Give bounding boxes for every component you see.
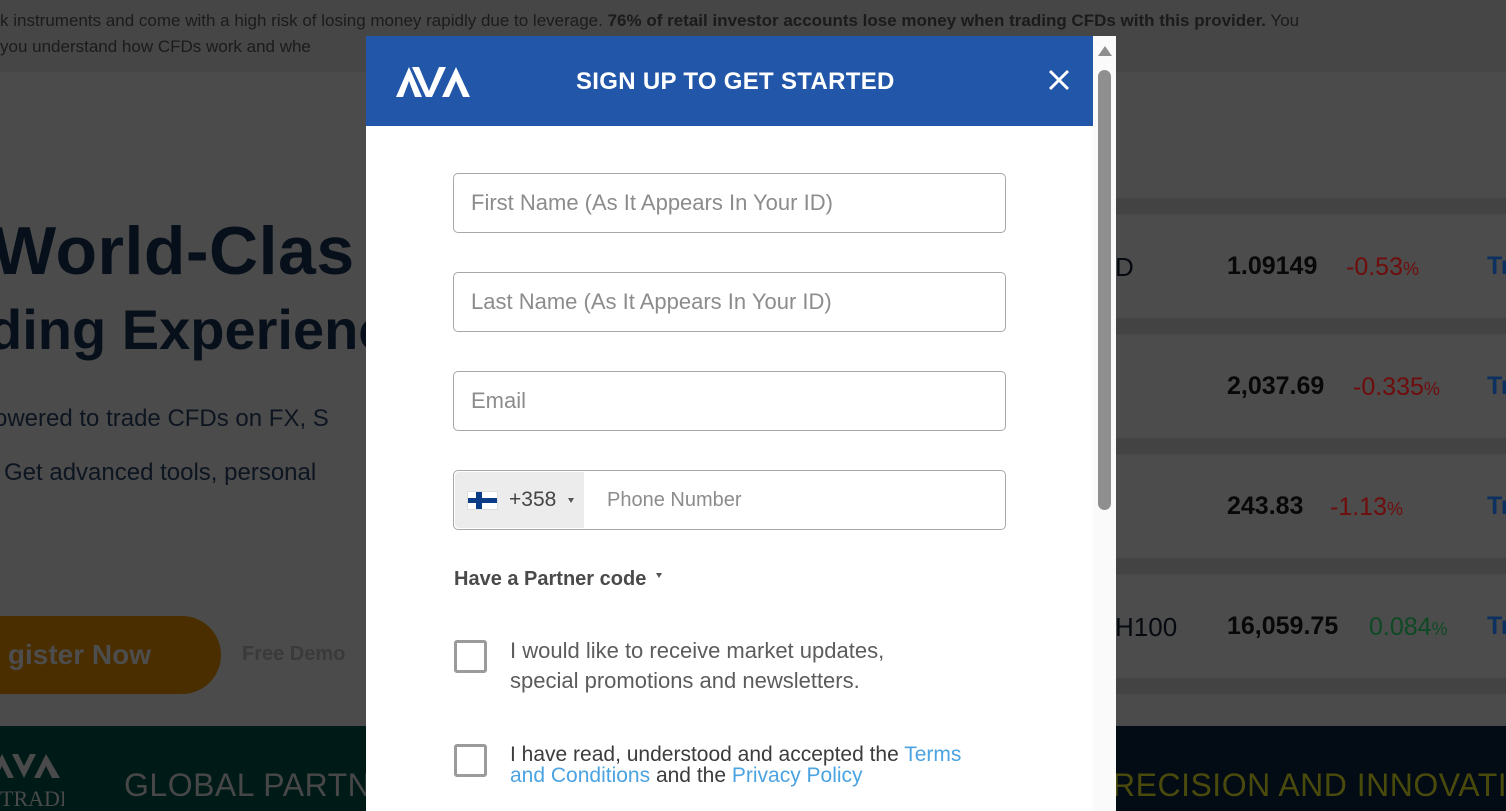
precision-banner: RECISION AND INNOVATI [1110, 726, 1506, 811]
ava-logo-icon [396, 67, 470, 97]
ticker-price: 1.09149 [1227, 252, 1318, 280]
country-code-select[interactable]: +358 [455, 472, 584, 528]
ticker-trade-link[interactable]: Tr [1487, 492, 1506, 521]
hero-title-line-1: World-Clas [0, 213, 355, 289]
ticker-price: 16,059.75 [1227, 612, 1339, 640]
ticker-divider [1110, 198, 1506, 214]
email-input[interactable] [454, 372, 1005, 430]
phone-number-input[interactable] [594, 471, 1004, 529]
caret-down-icon [568, 498, 574, 503]
close-icon[interactable] [1046, 67, 1072, 93]
avatrade-logo-text: TRADE [0, 786, 64, 811]
ticker-row: 243.83 -1.13% Tr [1110, 454, 1506, 558]
ticker-change: -0.53% [1346, 253, 1419, 281]
first-name-field [453, 173, 1006, 233]
ticker-divider [1110, 318, 1506, 334]
first-name-input[interactable] [454, 174, 1005, 232]
ticker-trade-link[interactable]: Tr [1487, 252, 1506, 281]
ticker-row: D 1.09149 -0.53% Tr [1110, 214, 1506, 318]
ticker-change: 0.084% [1369, 613, 1448, 641]
register-now-button[interactable]: gister Now [0, 616, 221, 694]
ticker-symbol: D [1115, 252, 1134, 282]
ticker-price: 243.83 [1227, 492, 1304, 520]
scrollbar-thumb[interactable] [1098, 70, 1111, 510]
email-field [453, 371, 1006, 431]
finland-flag-icon [467, 491, 498, 510]
ticker-divider [1110, 558, 1506, 574]
ticker-row: H100 16,059.75 0.084% Tr [1110, 574, 1506, 678]
ticker-change: -0.335% [1353, 373, 1440, 401]
terms-consent-checkbox[interactable] [454, 744, 487, 777]
risk-warning-line-2: you understand how CFDs work and whe [0, 37, 311, 56]
ticker-trade-link[interactable]: Tr [1487, 612, 1506, 641]
signup-modal: SIGN UP TO GET STARTED +358 Have a Partn… [366, 36, 1116, 811]
free-demo-link[interactable]: Free Demo [242, 643, 345, 666]
hero-subtitle-line-1: owered to trade CFDs on FX, S [0, 405, 329, 432]
phone-field: +358 [453, 470, 1006, 530]
ticker-trade-link[interactable]: Tr [1487, 372, 1506, 401]
partner-code-label: Have a Partner code [454, 568, 647, 590]
ticker-symbol: H100 [1115, 612, 1178, 642]
marketing-consent-label: I would like to receive market updates, … [510, 638, 885, 693]
ticker-change: -1.13% [1330, 493, 1403, 521]
modal-scrollbar[interactable] [1093, 36, 1116, 811]
avatrade-logo-icon: TRADE [0, 754, 64, 811]
partner-code-toggle[interactable]: Have a Partner code [454, 568, 663, 591]
ticker-row: 2,037.69 -0.335% Tr [1110, 334, 1506, 438]
ticker-price: 2,037.69 [1227, 372, 1325, 400]
last-name-field [453, 272, 1006, 332]
modal-title: SIGN UP TO GET STARTED [576, 68, 895, 95]
terms-consent-label: I have read, understood and accepted the… [510, 743, 962, 787]
ticker-divider [1110, 438, 1506, 454]
precision-heading: RECISION AND INNOVATI [1112, 767, 1506, 803]
hero-subtitle-line-2: Get advanced tools, personal [4, 459, 317, 486]
hero-title-line-2: ding Experienc [0, 298, 390, 361]
last-name-input[interactable] [454, 273, 1005, 331]
scroll-up-arrow-icon[interactable] [1098, 46, 1112, 56]
marketing-consent-checkbox[interactable] [454, 640, 487, 673]
dial-code: +358 [509, 488, 557, 511]
ticker-divider [1110, 678, 1506, 694]
privacy-policy-link[interactable]: Privacy Policy [732, 764, 863, 787]
partners-heading: GLOBAL PARTN [124, 767, 372, 803]
risk-warning-bold: 76% of retail investor accounts lose mon… [607, 11, 1267, 30]
modal-header: SIGN UP TO GET STARTED [366, 36, 1093, 126]
caret-down-icon [656, 573, 663, 579]
